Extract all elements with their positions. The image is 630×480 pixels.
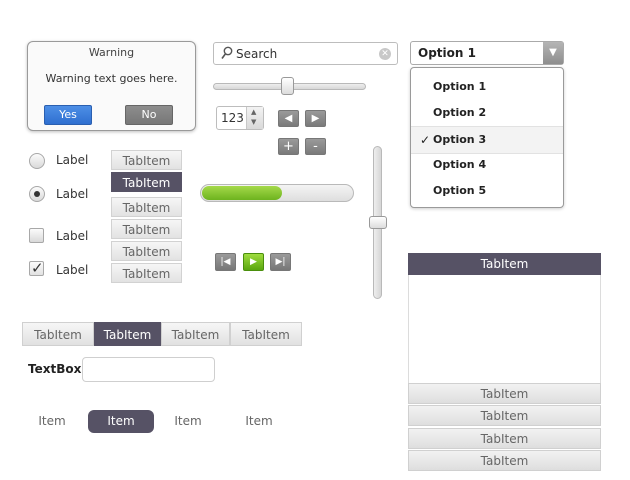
checkbox-checked[interactable]: ✓ [29, 259, 44, 277]
panel-tab-active[interactable]: TabItem [408, 253, 601, 275]
panel-tab[interactable]: TabItem [408, 383, 601, 404]
select-value: Option 1 [418, 46, 476, 60]
radio-button[interactable] [29, 153, 45, 169]
item-tab[interactable]: Item [229, 410, 289, 433]
progress-fill [202, 186, 282, 200]
vertical-tab[interactable]: TabItem [111, 197, 182, 217]
vertical-tab[interactable]: TabItem [111, 241, 182, 261]
stepper-value[interactable]: 123 [221, 111, 244, 125]
textbox-label: TextBox [28, 362, 82, 376]
number-stepper[interactable]: 123 ▲ ▼ [216, 106, 264, 130]
tab-content-panel [408, 275, 601, 383]
dropdown-option-label: Option 3 [433, 133, 487, 146]
vertical-tab[interactable]: TabItem [111, 263, 182, 283]
dropdown-option-label: Option 4 [433, 158, 487, 171]
dropdown-option[interactable]: Option 4 [411, 152, 563, 178]
play-icon[interactable]: ▶ [243, 253, 264, 271]
textbox-input[interactable] [82, 357, 215, 382]
dropdown-option-label: Option 1 [433, 80, 487, 93]
dropdown-option-label: Option 2 [433, 106, 487, 119]
plus-button[interactable]: + [278, 138, 299, 155]
chevron-down-icon[interactable]: ▼ [543, 42, 563, 64]
warning-dialog: Warning Warning text goes here. Yes No [27, 41, 196, 131]
dialog-title: Warning [88, 46, 135, 59]
panel-tab[interactable]: TabItem [408, 405, 601, 426]
yes-button[interactable]: Yes [44, 105, 92, 125]
left-arrow-button[interactable]: ◀ [278, 110, 299, 127]
dropdown-option[interactable]: Option 1 [411, 74, 563, 100]
panel-tab[interactable]: TabItem [408, 450, 601, 471]
search-input[interactable] [236, 45, 376, 62]
vertical-tab[interactable]: TabItem [111, 219, 182, 239]
checkbox-label: Label [56, 263, 89, 277]
minus-button[interactable]: - [305, 138, 326, 155]
dropdown-option[interactable]: Option 5 [411, 178, 563, 204]
stepper-down-icon[interactable]: ▼ [251, 118, 256, 126]
dropdown-option[interactable]: ✓ Option 3 [411, 126, 563, 154]
panel-tab[interactable]: TabItem [408, 428, 601, 449]
item-tab-active[interactable]: Item [88, 410, 154, 433]
horizontal-tab[interactable]: TabItem [22, 322, 94, 346]
skip-forward-icon[interactable]: ▶| [270, 253, 291, 271]
vertical-tab-active[interactable]: TabItem [111, 172, 182, 192]
horizontal-slider-handle[interactable] [281, 77, 294, 95]
checkmark-icon: ✓ [420, 133, 431, 147]
skip-back-icon[interactable]: |◀ [215, 253, 236, 271]
stepper-arrows[interactable]: ▲ ▼ [246, 107, 263, 129]
horizontal-tab-active[interactable]: TabItem [94, 322, 161, 346]
vertical-slider-handle[interactable] [369, 216, 387, 229]
dropdown-option-label: Option 5 [433, 184, 487, 197]
search-box[interactable]: ✕ [213, 42, 398, 65]
item-tab[interactable]: Item [158, 410, 218, 433]
radio-button-selected[interactable] [29, 186, 45, 202]
radio-label: Label [56, 153, 89, 167]
search-icon [221, 46, 233, 59]
clear-icon[interactable]: ✕ [379, 48, 391, 60]
stepper-up-icon[interactable]: ▲ [251, 108, 256, 116]
dialog-message: Warning text goes here. [45, 72, 178, 85]
horizontal-tab[interactable]: TabItem [161, 322, 230, 346]
dropdown-menu: Option 1 Option 2 ✓ Option 3 Option 4 Option … [410, 67, 564, 208]
checkbox[interactable] [29, 228, 44, 243]
dropdown-option[interactable]: Option 2 [411, 100, 563, 126]
option-select[interactable]: Option 1 ▼ [410, 41, 564, 65]
vertical-tab[interactable]: TabItem [111, 150, 182, 170]
item-tab[interactable]: Item [22, 410, 82, 433]
progress-bar [200, 184, 354, 202]
right-arrow-button[interactable]: ▶ [305, 110, 326, 127]
horizontal-tab[interactable]: TabItem [230, 322, 302, 346]
checkmark-icon: ✓ [31, 259, 44, 277]
checkbox-label: Label [56, 229, 89, 243]
radio-label: Label [56, 187, 89, 201]
no-button[interactable]: No [125, 105, 173, 125]
